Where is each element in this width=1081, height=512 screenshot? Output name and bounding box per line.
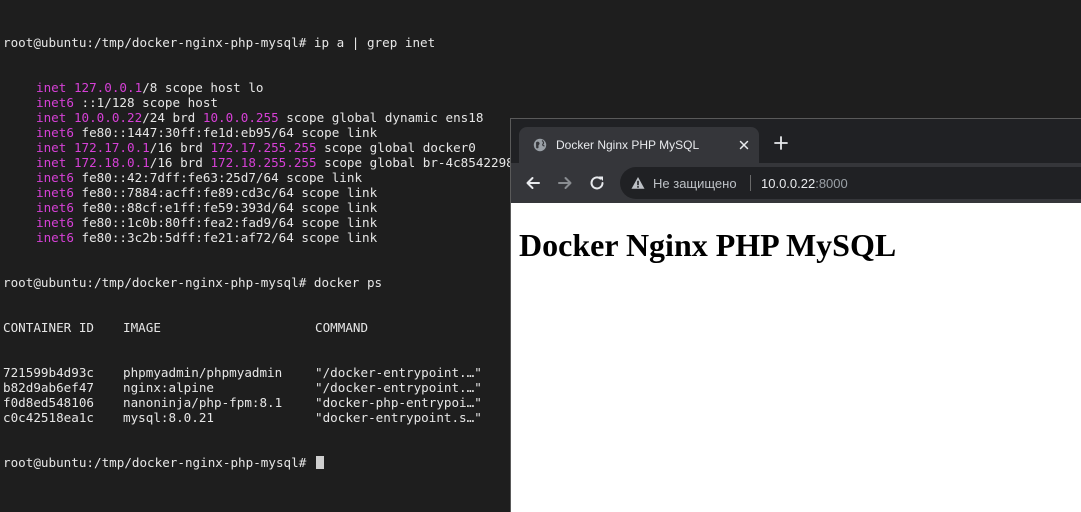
close-icon[interactable] <box>737 138 751 152</box>
output-text: scope global br-4c85422986b7 <box>316 155 537 170</box>
container-command: "/docker-entrypoint.…" <box>315 380 482 395</box>
tab-strip: Docker Nginx PHP MySQL <box>511 119 1081 163</box>
prompt: root@ubuntu:/tmp/docker-nginx-php-mysql# <box>3 455 307 470</box>
command-line: root@ubuntu:/tmp/docker-nginx-php-mysql#… <box>3 35 1081 50</box>
broadcast-address: 10.0.0.255 <box>202 110 279 125</box>
container-command: "docker-php-entrypoi…" <box>315 395 482 410</box>
command: docker ps <box>313 275 383 290</box>
output-text: /24 brd <box>142 110 203 125</box>
warning-icon[interactable] <box>631 176 645 190</box>
arrow-left-icon[interactable] <box>524 174 542 192</box>
container-image: phpmyadmin/phpmyadmin <box>123 365 283 380</box>
output-text: ::1/128 scope host <box>81 95 218 110</box>
page-heading: Docker Nginx PHP MySQL <box>519 227 897 263</box>
browser-tab[interactable]: Docker Nginx PHP MySQL <box>519 127 759 163</box>
container-id: b82d9ab6ef47 <box>3 380 94 395</box>
prompt: root@ubuntu:/tmp/docker-nginx-php-mysql# <box>3 35 307 50</box>
plus-icon[interactable] <box>773 135 789 151</box>
divider <box>750 175 751 191</box>
container-id: c0c42518ea1c <box>3 410 94 425</box>
output-text: scope global dynamic ens18 <box>278 110 484 125</box>
inet-keyword: inet <box>36 110 67 125</box>
url-port: :8000 <box>815 176 848 191</box>
security-status-label[interactable]: Не защищено <box>653 176 737 191</box>
browser-window: Docker Nginx PHP MySQL Не защищено 10.0.… <box>510 118 1081 512</box>
output-text: fe80::42:7dff:fe63:25d7/64 scope link <box>81 170 363 185</box>
column-header: COMMAND <box>315 320 369 335</box>
inet-keyword: inet6 <box>36 230 74 245</box>
output-text: fe80::3c2b:5dff:fe21:af72/64 scope link <box>81 230 378 245</box>
url-host: 10.0.0.22 <box>761 176 816 191</box>
page-viewport: Docker Nginx PHP MySQL <box>511 203 1081 512</box>
output-text: /16 brd <box>149 155 211 170</box>
prompt: root@ubuntu:/tmp/docker-nginx-php-mysql# <box>3 275 307 290</box>
container-image: mysql:8.0.21 <box>123 410 214 425</box>
inet-keyword: inet6 <box>36 185 74 200</box>
command: ip a | grep inet <box>313 35 436 50</box>
output-text: /16 brd <box>149 140 211 155</box>
arrow-right-icon[interactable] <box>556 174 574 192</box>
tab-title: Docker Nginx PHP MySQL <box>556 138 700 152</box>
text-cursor <box>315 456 324 469</box>
container-id: 721599b4d93c <box>3 365 94 380</box>
inet-keyword: inet6 <box>36 170 74 185</box>
output-text: fe80::1c0b:80ff:fea2:fad9/64 scope link <box>81 215 378 230</box>
ip-address: 172.18.0.1 <box>73 155 150 170</box>
globe-icon <box>533 138 547 152</box>
output-line: inet6 ::1/128 scope host <box>3 95 1081 110</box>
broadcast-address: 172.18.255.255 <box>210 155 317 170</box>
broadcast-address: 172.17.255.255 <box>210 140 317 155</box>
inet-keyword: inet <box>36 155 67 170</box>
output-text: scope global docker0 <box>316 140 476 155</box>
address-bar[interactable]: Не защищено 10.0.0.22:8000 <box>620 167 1081 199</box>
url-text[interactable]: 10.0.0.22:8000 <box>761 176 848 191</box>
reload-icon[interactable] <box>588 174 606 192</box>
inet-keyword: inet6 <box>36 215 74 230</box>
inet-keyword: inet6 <box>36 95 74 110</box>
inet-keyword: inet <box>36 80 67 95</box>
container-image: nanoninja/php-fpm:8.1 <box>123 395 283 410</box>
column-header: CONTAINER ID <box>3 320 94 335</box>
desktop: root@ubuntu:/tmp/docker-nginx-php-mysql#… <box>0 0 1081 512</box>
ip-address: 127.0.0.1 <box>73 80 143 95</box>
container-id: f0d8ed548106 <box>3 395 94 410</box>
inet-keyword: inet6 <box>36 200 74 215</box>
inet-keyword: inet <box>36 140 67 155</box>
output-text: fe80::88cf:e1ff:fe59:393d/64 scope link <box>81 200 378 215</box>
output-line: inet 127.0.0.1/8 scope host lo <box>3 80 1081 95</box>
ip-address: 172.17.0.1 <box>73 140 150 155</box>
column-header: IMAGE <box>123 320 161 335</box>
container-image: nginx:alpine <box>123 380 214 395</box>
container-command: "docker-entrypoint.s…" <box>315 410 482 425</box>
output-text: /8 scope host lo <box>142 80 264 95</box>
container-command: "/docker-entrypoint.…" <box>315 365 482 380</box>
inet-keyword: inet6 <box>36 125 74 140</box>
output-text: fe80::7884:acff:fe89:cd3c/64 scope link <box>81 185 378 200</box>
browser-toolbar: Не защищено 10.0.0.22:8000 <box>511 163 1081 203</box>
output-text: fe80::1447:30ff:fe1d:eb95/64 scope link <box>81 125 378 140</box>
ip-address: 10.0.0.22 <box>73 110 143 125</box>
